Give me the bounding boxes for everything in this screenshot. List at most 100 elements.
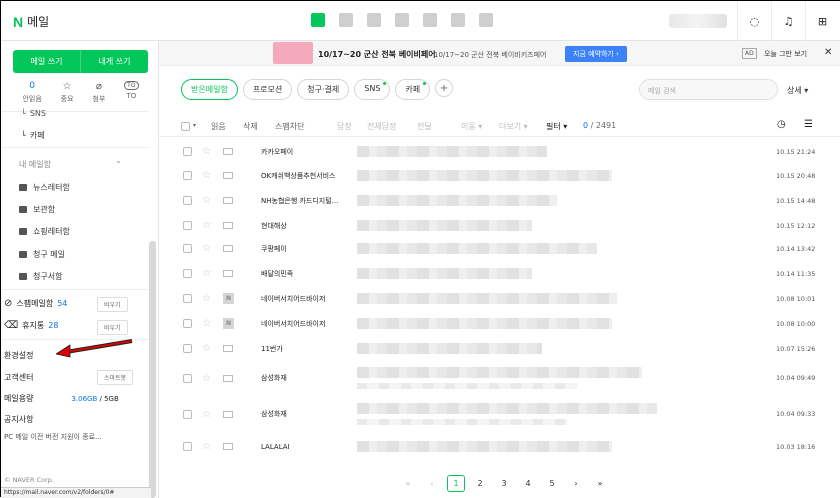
notification-bell-icon[interactable]: ♫ <box>771 1 805 41</box>
mail-sender[interactable]: NH농협은행 카드디지털... <box>261 196 338 206</box>
mail-checkbox[interactable] <box>183 171 192 180</box>
next-page-button[interactable]: › <box>567 475 585 492</box>
mail-search-input[interactable]: 메일 검색 <box>639 79 778 100</box>
page-button[interactable]: 1 <box>447 475 465 492</box>
sidebar-item-shopping[interactable]: 쇼핑레터함 <box>19 226 70 237</box>
mail-row[interactable]: ☆ 삼성화재 10.04 09:33 <box>159 397 840 431</box>
envelope-icon[interactable] <box>223 245 233 252</box>
mail-checkbox[interactable] <box>183 221 192 230</box>
ad-image[interactable] <box>273 42 313 64</box>
ad-banner[interactable]: 10/17~20 군산 전북 베이비페어 10/17~20 군산 전북 베이비키… <box>159 41 840 66</box>
mail-subject[interactable] <box>357 293 617 304</box>
tab-cafe[interactable]: 카페 <box>395 79 431 100</box>
memo-icon[interactable] <box>451 13 465 27</box>
mail-sender[interactable]: 현대해상 <box>261 221 287 231</box>
notice-label[interactable]: 공지사항 <box>4 414 33 425</box>
mail-subject[interactable] <box>357 268 532 279</box>
mail-row[interactable]: ☆ 현대해상 10.15 12:12 <box>159 213 840 238</box>
detail-search-button[interactable]: 상세 ▾ <box>787 85 808 96</box>
sidebar-item-newsletter[interactable]: 뉴스레터함 <box>19 182 70 193</box>
star-icon[interactable]: ☆ <box>202 220 211 231</box>
mail-sender[interactable]: 카카오페이 <box>261 147 293 157</box>
envelope-icon[interactable] <box>223 410 233 418</box>
prev-page-button[interactable]: ‹ <box>423 475 441 492</box>
page-button[interactable]: 5 <box>543 475 561 492</box>
quick-to[interactable]: TO TO <box>124 81 139 104</box>
mail-row[interactable]: ☆ 카카오페이 10.15 21:24 <box>159 139 840 164</box>
photo-icon[interactable] <box>367 13 381 27</box>
mail-checkbox[interactable] <box>183 196 192 205</box>
select-all-checkbox[interactable] <box>181 122 190 131</box>
page-button[interactable]: 2 <box>471 475 489 492</box>
list-view-icon[interactable]: ☰ <box>804 119 813 130</box>
mail-row[interactable]: ☆ N 네이버서치어드바이저 10.08 10:00 <box>159 311 840 336</box>
mail-preview[interactable] <box>357 383 577 389</box>
tab-promotion[interactable]: 프로모션 <box>242 79 293 100</box>
notice-text[interactable]: PC 메일 이전 버전 지원이 종료... <box>4 432 102 442</box>
page-button[interactable]: 4 <box>519 475 537 492</box>
star-icon[interactable]: ☆ <box>202 195 211 206</box>
clock-icon[interactable]: ◷ <box>777 119 786 130</box>
write-to-self-button[interactable]: 내게 쓰기 <box>81 50 148 73</box>
bookmark-icon[interactable] <box>479 13 493 27</box>
mail-checkbox[interactable] <box>183 244 192 253</box>
envelope-icon[interactable] <box>223 345 233 352</box>
mark-read-button[interactable]: 읽음 <box>211 121 226 132</box>
mail-subject[interactable] <box>357 146 547 157</box>
last-page-button[interactable]: » <box>591 475 609 492</box>
envelope-icon[interactable] <box>223 148 233 155</box>
quick-important[interactable]: ☆ 중요 <box>61 81 74 104</box>
drive-icon[interactable] <box>423 13 437 27</box>
mail-row[interactable]: ☆ NH농협은행 카드디지털... 10.15 14:48 <box>159 188 840 213</box>
star-icon[interactable]: ☆ <box>202 441 211 452</box>
star-icon[interactable]: ☆ <box>202 373 211 384</box>
move-button[interactable]: 이동 ▾ <box>461 121 482 132</box>
support-link[interactable]: 고객센터 <box>4 372 33 383</box>
mail-checkbox[interactable] <box>183 269 192 278</box>
ad-cta-button[interactable]: 지금 예약하기 › <box>565 46 627 62</box>
user-profile[interactable] <box>669 14 727 28</box>
mail-row[interactable]: ☆ 쿠팡페이 10.14 13:42 <box>159 236 840 261</box>
mail-row[interactable]: ☆ LALALAI 10.03 18:16 <box>159 434 840 459</box>
mail-sender[interactable]: 11번가 <box>261 344 283 354</box>
mail-subject[interactable] <box>357 170 612 181</box>
mail-subject[interactable] <box>357 195 557 206</box>
forward-button[interactable]: 전달 <box>417 121 432 132</box>
sidebar-item-trash[interactable]: ⌫ 휴지통 28 <box>4 320 58 331</box>
sidebar-item-bill-mail[interactable]: 청구 메일 <box>19 249 65 260</box>
mail-subject[interactable] <box>357 243 597 254</box>
mail-sender[interactable]: 삼성화재 <box>261 409 287 419</box>
envelope-icon[interactable] <box>223 443 233 450</box>
envelope-icon[interactable] <box>223 222 233 229</box>
first-page-button[interactable]: « <box>399 475 417 492</box>
ad-hide-today[interactable]: 오늘 그만 보기 <box>764 49 807 59</box>
sidebar-item-archive[interactable]: 보관함 <box>19 204 55 215</box>
mail-sender[interactable]: OK캐쉬백상품추천서비스 <box>261 171 336 181</box>
spam-block-button[interactable]: 스팸차단 <box>275 121 304 132</box>
close-icon[interactable]: ✕ <box>824 47 832 58</box>
mail-subject[interactable] <box>357 343 542 354</box>
mail-row[interactable]: ☆ 삼성화재 10.04 09:49 <box>159 361 840 395</box>
settings-link[interactable]: 환경설정 <box>4 350 33 361</box>
tab-billing[interactable]: 청구·결제 <box>297 79 350 100</box>
quick-attach[interactable]: ⌀ 첨부 <box>92 81 105 104</box>
mail-subject[interactable] <box>357 403 657 414</box>
mail-sender[interactable]: 쿠팡페이 <box>261 244 287 254</box>
star-icon[interactable]: ☆ <box>202 146 211 157</box>
mail-checkbox[interactable] <box>183 409 192 419</box>
star-icon[interactable]: ☆ <box>202 409 211 420</box>
sidebar-item-cafe[interactable]: └ 카페 <box>21 130 45 141</box>
chat-icon[interactable]: ◌ <box>737 1 771 41</box>
star-icon[interactable]: ☆ <box>202 293 211 304</box>
mail-checkbox[interactable] <box>183 344 192 353</box>
add-tab-icon[interactable]: + <box>435 79 454 97</box>
contacts-icon[interactable] <box>395 13 409 27</box>
more-button[interactable]: 더보기 ▾ <box>499 121 528 132</box>
smartbot-button[interactable]: 스마트봇 <box>97 370 134 385</box>
star-icon[interactable]: ☆ <box>202 268 211 279</box>
mail-row[interactable]: ☆ N 네이버서치어드바이저 10.08 10:01 <box>159 286 840 311</box>
mail-row[interactable]: ☆ OK캐쉬백상품추천서비스 10.15 20:48 <box>159 163 840 188</box>
star-icon[interactable]: ☆ <box>202 170 211 181</box>
mail-row[interactable]: ☆ 배달의민족 10.14 11:35 <box>159 261 840 286</box>
sidebar-item-spam[interactable]: ⊘ 스팸메일함 54 <box>4 298 67 309</box>
